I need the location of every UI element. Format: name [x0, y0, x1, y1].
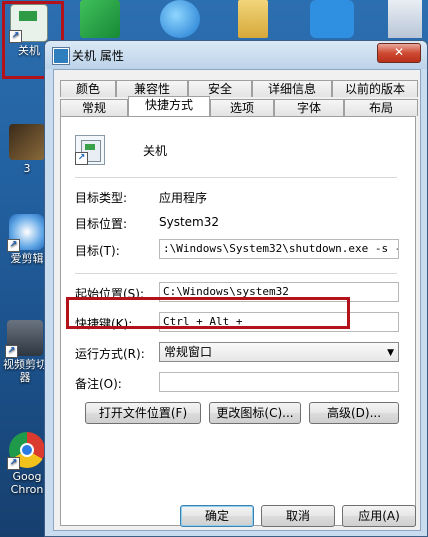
advanced-button[interactable]: 高级(D)... [309, 402, 399, 424]
folder-icon[interactable] [238, 0, 268, 38]
properties-dialog: 关机 属性 ✕ 颜色 兼容性 安全 详细信息 以前的版本 常规 快捷方式 选项 … [44, 40, 428, 537]
tab-general[interactable]: 常规 [60, 99, 128, 116]
image-thumbnail-icon [9, 124, 45, 160]
apply-button[interactable]: 应用(A) [342, 505, 416, 527]
target-type-value: 应用程序 [159, 191, 208, 205]
separator [75, 177, 397, 178]
document-icon[interactable] [388, 0, 422, 38]
separator [75, 273, 397, 274]
internet-explorer-icon[interactable] [160, 0, 200, 38]
shortcut-file-icon: ↗ [75, 135, 105, 165]
ok-button[interactable]: 确定 [180, 505, 254, 527]
chrome-icon: ↗ [7, 432, 45, 470]
video-player-icon[interactable] [80, 0, 120, 38]
run-select[interactable]: 常规窗口 ▼ [159, 342, 399, 362]
window-icon [53, 48, 69, 64]
target-type-label: 目标类型: [75, 191, 128, 205]
target-input[interactable]: :\Windows\System32\shutdown.exe -s -t 0 [159, 239, 399, 259]
shortcut-arrow-icon: ↗ [75, 152, 88, 165]
shortcut-name: 关机 [143, 144, 168, 158]
hotkey-highlight-annotation [66, 297, 350, 329]
chevron-down-icon: ▼ [387, 348, 394, 358]
cloud-drive-icon[interactable] [310, 0, 354, 38]
run-label: 运行方式(R): [75, 347, 145, 361]
tab-security[interactable]: 安全 [188, 80, 252, 97]
desktop-icon-label: 爱剪辑 [10, 252, 44, 265]
dialog-titlebar[interactable]: 关机 属性 ✕ [45, 41, 427, 69]
desktop-icon-video-cutter[interactable]: ↗ 视频剪切器 [2, 320, 48, 384]
tab-color[interactable]: 颜色 [60, 80, 116, 97]
tab-compatibility[interactable]: 兼容性 [116, 80, 188, 97]
cancel-button[interactable]: 取消 [261, 505, 335, 527]
tab-font[interactable]: 字体 [274, 99, 344, 116]
tab-layout[interactable]: 布局 [344, 99, 418, 116]
tab-previous-versions[interactable]: 以前的版本 [332, 80, 418, 97]
aijianji-icon: ↗ [7, 214, 45, 252]
run-select-value: 常规窗口 [164, 345, 213, 359]
desktop-icon-label: 视频剪切器 [3, 358, 47, 384]
dialog-title: 关机 属性 [72, 49, 124, 63]
comment-label: 备注(O): [75, 377, 122, 391]
open-file-location-button[interactable]: 打开文件位置(F) [85, 402, 201, 424]
desktop-icon-label: Goog Chron [10, 470, 44, 496]
tab-details[interactable]: 详细信息 [252, 80, 332, 97]
shortcut-arrow-icon: ↗ [7, 457, 20, 470]
target-location-value: System32 [159, 215, 220, 229]
shortcut-arrow-icon: ↗ [7, 239, 20, 252]
shortcut-arrow-icon: ↗ [5, 345, 18, 358]
tab-options[interactable]: 选项 [210, 99, 274, 116]
desktop-icon-label: 3 [23, 162, 31, 175]
target-location-label: 目标位置: [75, 217, 128, 231]
video-cutter-icon: ↗ [5, 320, 43, 358]
close-button[interactable]: ✕ [377, 43, 421, 63]
comment-input[interactable] [159, 372, 399, 392]
tab-shortcut[interactable]: 快捷方式 [128, 96, 210, 116]
change-icon-button[interactable]: 更改图标(C)... [209, 402, 301, 424]
target-label: 目标(T): [75, 244, 120, 258]
